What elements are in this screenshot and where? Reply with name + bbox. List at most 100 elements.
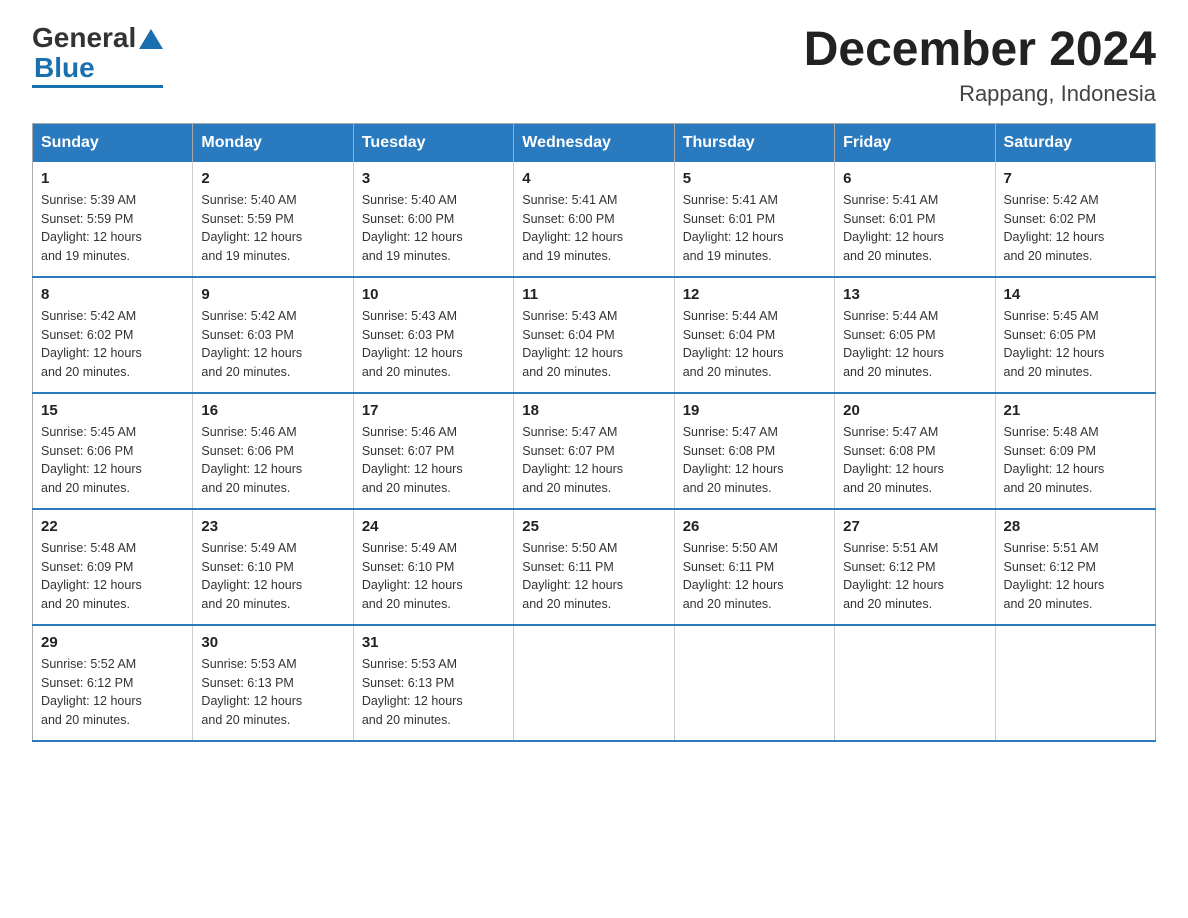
calendar-cell bbox=[995, 625, 1155, 741]
day-number: 28 bbox=[1004, 518, 1147, 535]
day-number: 10 bbox=[362, 286, 505, 303]
day-info: Sunrise: 5:46 AMSunset: 6:06 PMDaylight:… bbox=[201, 423, 344, 498]
calendar-cell: 15 Sunrise: 5:45 AMSunset: 6:06 PMDayligh… bbox=[33, 393, 193, 509]
calendar-header: SundayMondayTuesdayWednesdayThursdayFrid… bbox=[33, 123, 1156, 162]
day-info: Sunrise: 5:51 AMSunset: 6:12 PMDaylight:… bbox=[1004, 539, 1147, 614]
calendar-cell: 10 Sunrise: 5:43 AMSunset: 6:03 PMDayligh… bbox=[353, 277, 513, 393]
day-info: Sunrise: 5:50 AMSunset: 6:11 PMDaylight:… bbox=[683, 539, 826, 614]
calendar-cell: 27Sunrise: 5:51 AMSunset: 6:12 PMDayligh… bbox=[835, 509, 995, 625]
day-number: 17 bbox=[362, 402, 505, 419]
day-info: Sunrise: 5:42 AMSunset: 6:02 PMDaylight:… bbox=[41, 307, 184, 382]
calendar-cell: 13 Sunrise: 5:44 AMSunset: 6:05 PMDayligh… bbox=[835, 277, 995, 393]
calendar-cell: 5 Sunrise: 5:41 AMSunset: 6:01 PMDaylight… bbox=[674, 162, 834, 277]
day-info: Sunrise: 5:49 AMSunset: 6:10 PMDaylight:… bbox=[201, 539, 344, 614]
day-header-saturday: Saturday bbox=[995, 123, 1155, 162]
calendar-cell: 6 Sunrise: 5:41 AMSunset: 6:01 PMDaylight… bbox=[835, 162, 995, 277]
calendar-cell: 12Sunrise: 5:44 AMSunset: 6:04 PMDayligh… bbox=[674, 277, 834, 393]
calendar-cell: 3Sunrise: 5:40 AMSunset: 6:00 PMDaylight… bbox=[353, 162, 513, 277]
day-header-monday: Monday bbox=[193, 123, 353, 162]
day-header-row: SundayMondayTuesdayWednesdayThursdayFrid… bbox=[33, 123, 1156, 162]
day-info: Sunrise: 5:45 AMSunset: 6:06 PMDaylight:… bbox=[41, 423, 184, 498]
calendar-cell: 28 Sunrise: 5:51 AMSunset: 6:12 PMDayligh… bbox=[995, 509, 1155, 625]
day-info: Sunrise: 5:47 AMSunset: 6:08 PMDaylight:… bbox=[683, 423, 826, 498]
day-info: Sunrise: 5:42 AMSunset: 6:02 PMDaylight:… bbox=[1004, 191, 1147, 266]
day-number: 15 bbox=[41, 402, 184, 419]
calendar-cell: 22Sunrise: 5:48 AMSunset: 6:09 PMDayligh… bbox=[33, 509, 193, 625]
day-number: 3 bbox=[362, 170, 505, 187]
calendar-cell: 21 Sunrise: 5:48 AMSunset: 6:09 PMDayligh… bbox=[995, 393, 1155, 509]
calendar-cell: 29 Sunrise: 5:52 AMSunset: 6:12 PMDayligh… bbox=[33, 625, 193, 741]
calendar-cell: 31 Sunrise: 5:53 AMSunset: 6:13 PMDayligh… bbox=[353, 625, 513, 741]
day-info: Sunrise: 5:47 AMSunset: 6:07 PMDaylight:… bbox=[522, 423, 665, 498]
calendar-title: December 2024 bbox=[804, 24, 1156, 77]
day-info: Sunrise: 5:53 AMSunset: 6:13 PMDaylight:… bbox=[362, 655, 505, 730]
day-header-tuesday: Tuesday bbox=[353, 123, 513, 162]
day-number: 11 bbox=[522, 286, 665, 303]
calendar-cell: 1Sunrise: 5:39 AMSunset: 5:59 PMDaylight… bbox=[33, 162, 193, 277]
day-info: Sunrise: 5:43 AMSunset: 6:03 PMDaylight:… bbox=[362, 307, 505, 382]
logo-row2: Blue bbox=[32, 54, 95, 82]
day-number: 22 bbox=[41, 518, 184, 535]
day-number: 5 bbox=[683, 170, 826, 187]
calendar-cell: 11 Sunrise: 5:43 AMSunset: 6:04 PMDayligh… bbox=[514, 277, 674, 393]
day-number: 12 bbox=[683, 286, 826, 303]
day-header-sunday: Sunday bbox=[33, 123, 193, 162]
calendar-cell: 20Sunrise: 5:47 AMSunset: 6:08 PMDayligh… bbox=[835, 393, 995, 509]
logo-row1: General bbox=[32, 24, 163, 52]
day-info: Sunrise: 5:50 AMSunset: 6:11 PMDaylight:… bbox=[522, 539, 665, 614]
day-number: 23 bbox=[201, 518, 344, 535]
day-header-wednesday: Wednesday bbox=[514, 123, 674, 162]
calendar-cell: 18 Sunrise: 5:47 AMSunset: 6:07 PMDayligh… bbox=[514, 393, 674, 509]
day-number: 25 bbox=[522, 518, 665, 535]
day-info: Sunrise: 5:41 AMSunset: 6:01 PMDaylight:… bbox=[683, 191, 826, 266]
day-number: 30 bbox=[201, 634, 344, 651]
day-number: 6 bbox=[843, 170, 986, 187]
calendar-cell: 24Sunrise: 5:49 AMSunset: 6:10 PMDayligh… bbox=[353, 509, 513, 625]
calendar-body: 1Sunrise: 5:39 AMSunset: 5:59 PMDaylight… bbox=[33, 162, 1156, 741]
day-info: Sunrise: 5:41 AMSunset: 6:00 PMDaylight:… bbox=[522, 191, 665, 266]
day-info: Sunrise: 5:41 AMSunset: 6:01 PMDaylight:… bbox=[843, 191, 986, 266]
calendar-cell: 8 Sunrise: 5:42 AMSunset: 6:02 PMDaylight… bbox=[33, 277, 193, 393]
calendar-cell: 26 Sunrise: 5:50 AMSunset: 6:11 PMDayligh… bbox=[674, 509, 834, 625]
calendar-cell: 23 Sunrise: 5:49 AMSunset: 6:10 PMDayligh… bbox=[193, 509, 353, 625]
day-number: 18 bbox=[522, 402, 665, 419]
day-number: 4 bbox=[522, 170, 665, 187]
logo-triangle-icon bbox=[139, 29, 163, 49]
day-number: 21 bbox=[1004, 402, 1147, 419]
calendar-cell bbox=[835, 625, 995, 741]
day-number: 14 bbox=[1004, 286, 1147, 303]
calendar-cell bbox=[674, 625, 834, 741]
day-number: 26 bbox=[683, 518, 826, 535]
day-info: Sunrise: 5:52 AMSunset: 6:12 PMDaylight:… bbox=[41, 655, 184, 730]
week-row-2: 8 Sunrise: 5:42 AMSunset: 6:02 PMDaylight… bbox=[33, 277, 1156, 393]
day-number: 8 bbox=[41, 286, 184, 303]
day-info: Sunrise: 5:40 AMSunset: 5:59 PMDaylight:… bbox=[201, 191, 344, 266]
day-number: 13 bbox=[843, 286, 986, 303]
day-number: 31 bbox=[362, 634, 505, 651]
calendar-cell: 25 Sunrise: 5:50 AMSunset: 6:11 PMDayligh… bbox=[514, 509, 674, 625]
day-number: 7 bbox=[1004, 170, 1147, 187]
day-info: Sunrise: 5:46 AMSunset: 6:07 PMDaylight:… bbox=[362, 423, 505, 498]
week-row-1: 1Sunrise: 5:39 AMSunset: 5:59 PMDaylight… bbox=[33, 162, 1156, 277]
day-info: Sunrise: 5:42 AMSunset: 6:03 PMDaylight:… bbox=[201, 307, 344, 382]
day-info: Sunrise: 5:53 AMSunset: 6:13 PMDaylight:… bbox=[201, 655, 344, 730]
day-info: Sunrise: 5:48 AMSunset: 6:09 PMDaylight:… bbox=[1004, 423, 1147, 498]
logo: General Blue bbox=[32, 24, 163, 88]
day-number: 16 bbox=[201, 402, 344, 419]
day-number: 1 bbox=[41, 170, 184, 187]
day-number: 2 bbox=[201, 170, 344, 187]
day-info: Sunrise: 5:45 AMSunset: 6:05 PMDaylight:… bbox=[1004, 307, 1147, 382]
day-info: Sunrise: 5:43 AMSunset: 6:04 PMDaylight:… bbox=[522, 307, 665, 382]
week-row-4: 22Sunrise: 5:48 AMSunset: 6:09 PMDayligh… bbox=[33, 509, 1156, 625]
day-info: Sunrise: 5:49 AMSunset: 6:10 PMDaylight:… bbox=[362, 539, 505, 614]
title-section: December 2024 Rappang, Indonesia bbox=[804, 24, 1156, 107]
logo-underline bbox=[32, 85, 163, 88]
calendar-cell: 7 Sunrise: 5:42 AMSunset: 6:02 PMDaylight… bbox=[995, 162, 1155, 277]
day-header-friday: Friday bbox=[835, 123, 995, 162]
calendar-table: SundayMondayTuesdayWednesdayThursdayFrid… bbox=[32, 123, 1156, 742]
day-info: Sunrise: 5:47 AMSunset: 6:08 PMDaylight:… bbox=[843, 423, 986, 498]
day-number: 9 bbox=[201, 286, 344, 303]
day-info: Sunrise: 5:44 AMSunset: 6:05 PMDaylight:… bbox=[843, 307, 986, 382]
day-number: 29 bbox=[41, 634, 184, 651]
calendar-cell: 2 Sunrise: 5:40 AMSunset: 5:59 PMDaylight… bbox=[193, 162, 353, 277]
